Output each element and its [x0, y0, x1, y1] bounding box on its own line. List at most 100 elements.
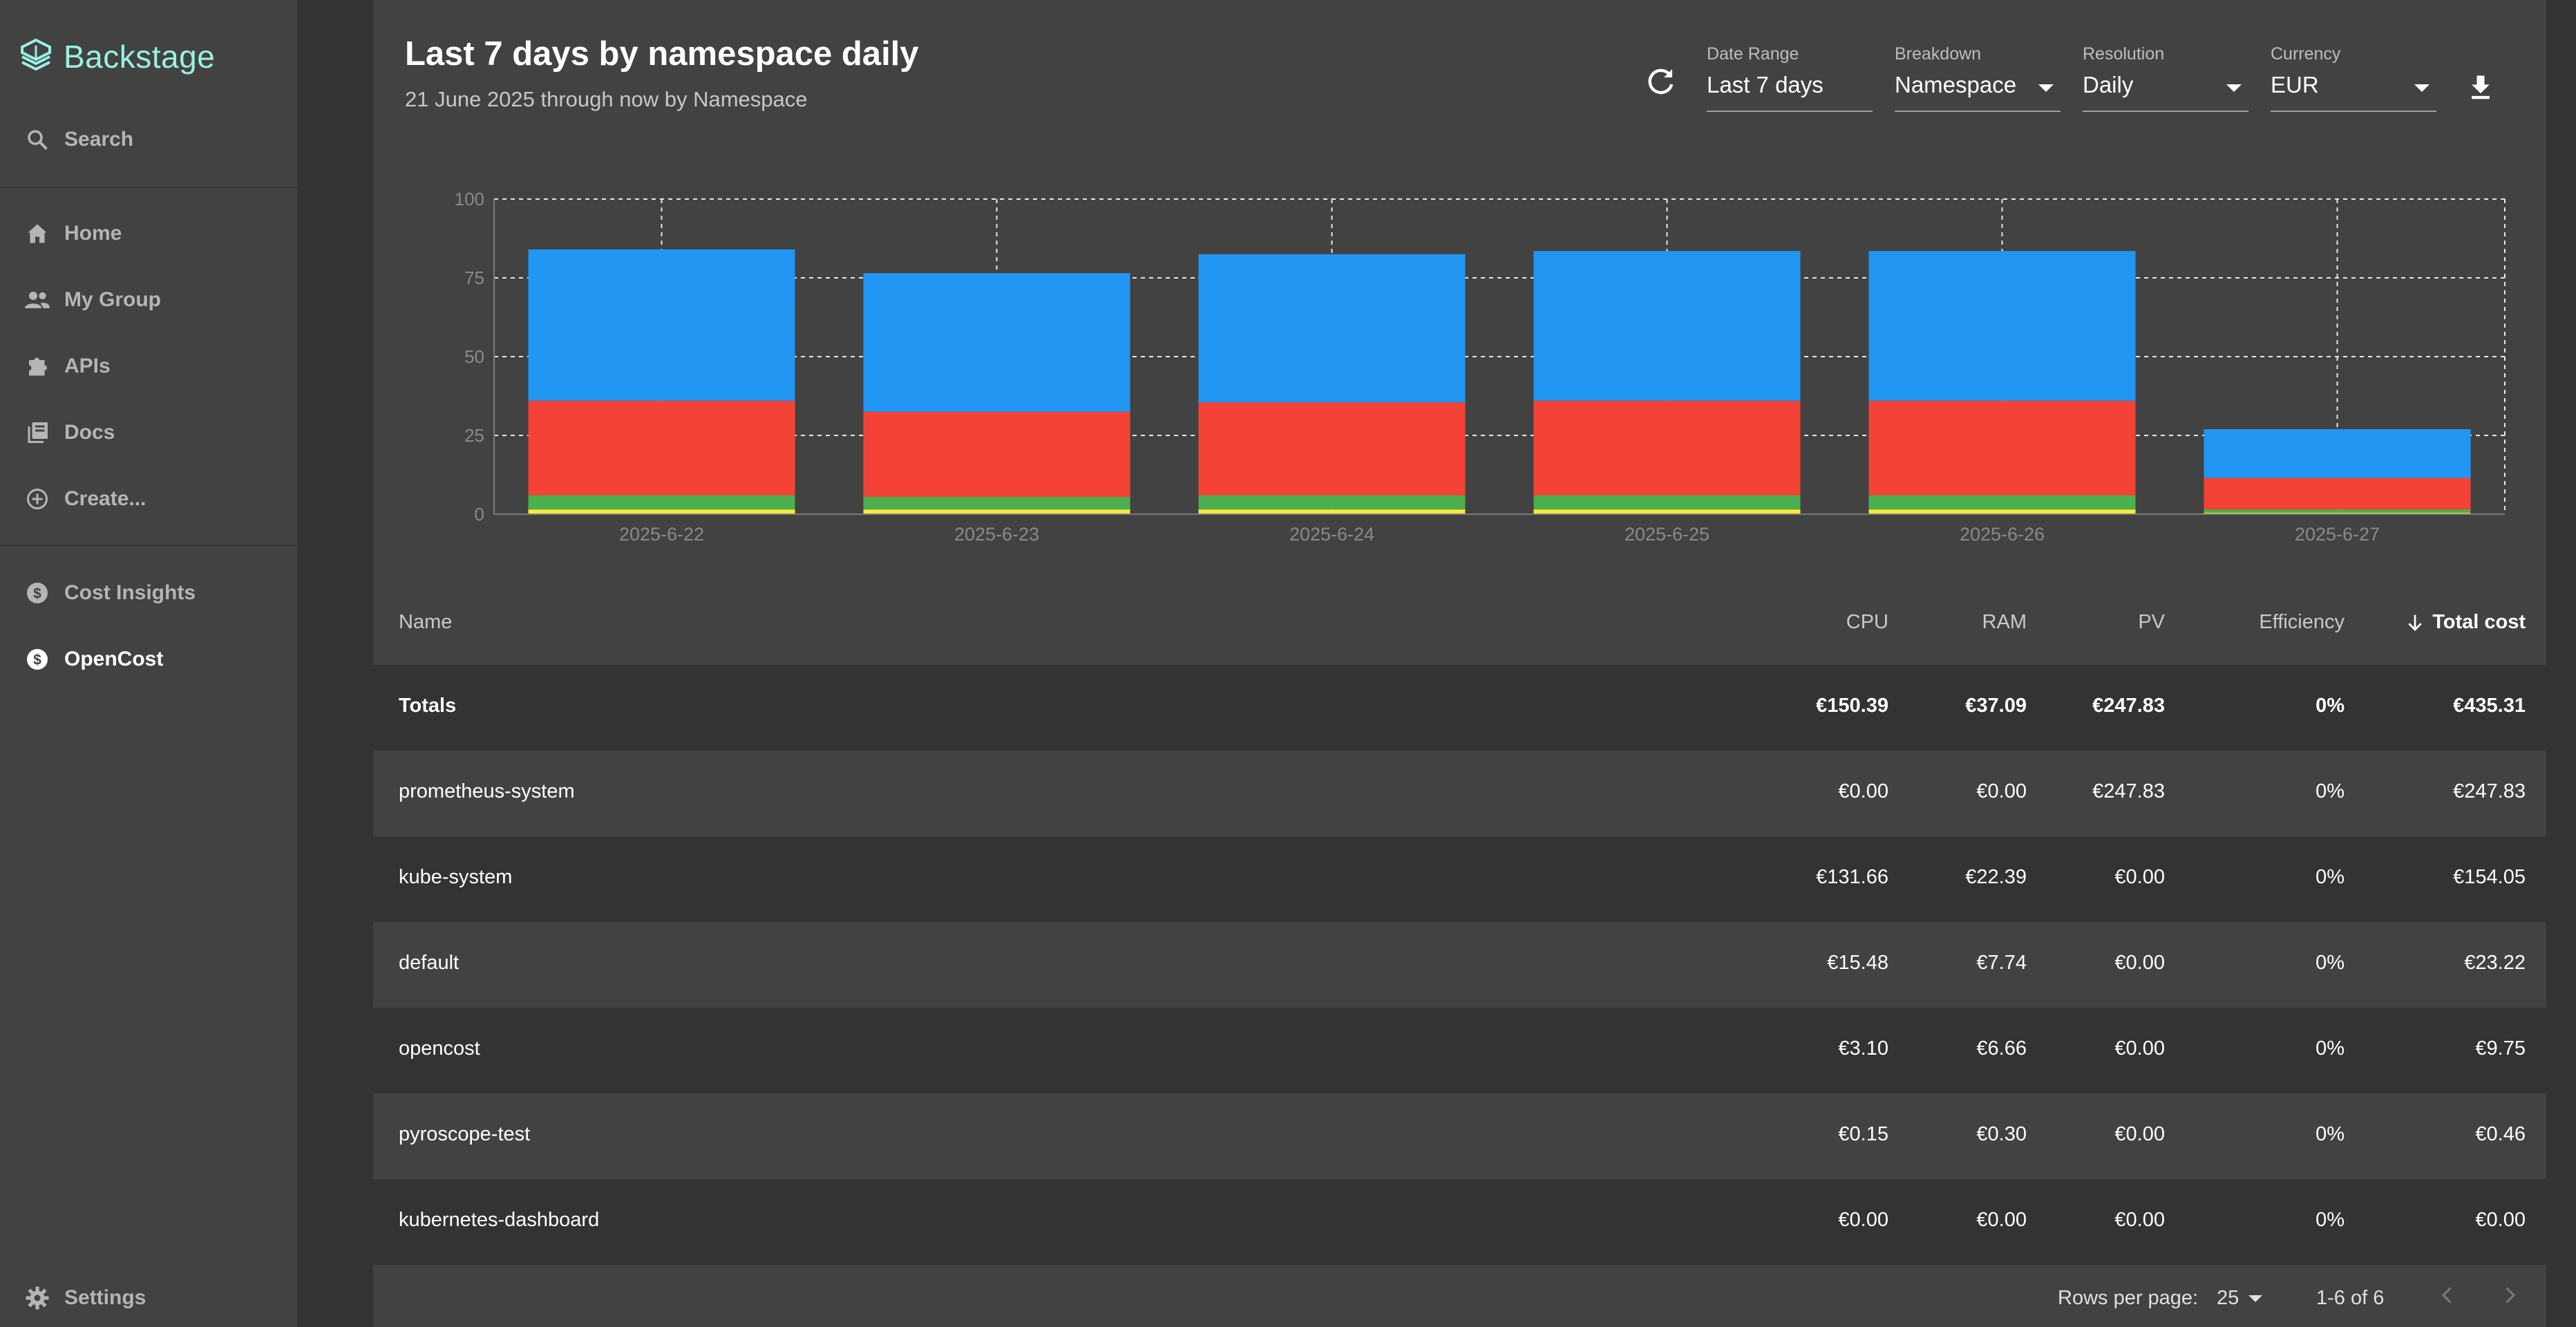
sidebar-item-label: Home	[64, 222, 122, 245]
column-header-cpu[interactable]: CPU	[1846, 611, 1888, 634]
y-tick-label: 25	[464, 425, 484, 446]
column-header-ram[interactable]: RAM	[1982, 611, 2027, 634]
y-tick-label: 0	[475, 504, 484, 525]
x-tick-label: 2025-6-23	[954, 524, 1039, 545]
cell-ram: €7.74	[1976, 952, 2027, 974]
bar-segment	[1533, 495, 1801, 510]
field-underline	[2083, 111, 2248, 112]
rows-per-page-select[interactable]: 25	[2217, 1287, 2263, 1310]
bar-segment	[1198, 495, 1466, 510]
dollar-icon: $	[23, 646, 51, 673]
cell-name: pyroscope-test	[399, 1123, 531, 1145]
cell-name: kube-system	[399, 866, 513, 888]
date-range-value: Last 7 days	[1707, 72, 1824, 97]
cell-efficiency: 0%	[2315, 1209, 2345, 1231]
sidebar-item-label: Create...	[64, 487, 146, 510]
bar-segment	[863, 496, 1130, 510]
table-row: kube-system €131.66 €22.39 €0.00 0% €154.05	[373, 836, 2546, 922]
cell-name: prometheus-system	[399, 780, 575, 802]
bar-segment	[1533, 400, 1801, 496]
search-icon	[23, 126, 51, 153]
bar-segment	[528, 509, 795, 514]
cell-ram: €0.00	[1976, 1209, 2027, 1231]
resolution-label: Resolution	[2083, 44, 2165, 64]
cell-pv: €0.00	[2114, 1123, 2165, 1145]
sidebar-item-create[interactable]: Create...	[0, 471, 297, 527]
page-subtitle: 21 June 2025 through now by Namespace	[405, 87, 808, 111]
cell-cpu: €150.39	[1816, 695, 1888, 717]
cell-name: Totals	[399, 695, 457, 717]
chevron-right-icon	[2506, 1287, 2516, 1304]
sidebar-item-label: Cost Insights	[64, 581, 196, 604]
cell-name: kubernetes-dashboard	[399, 1209, 600, 1231]
y-tick-label: 100	[455, 189, 484, 209]
column-header-name[interactable]: Name	[399, 611, 452, 634]
breakdown-select[interactable]: Breakdown Namespace	[1895, 44, 2061, 113]
sidebar-item-label: Search	[64, 128, 134, 151]
total-cost-label: Total cost	[2432, 611, 2526, 633]
refresh-button[interactable]	[1645, 65, 1678, 98]
sidebar-item-cost-insights[interactable]: $ Cost Insights	[0, 565, 297, 621]
backstage-logo[interactable]: Backstage	[19, 35, 215, 79]
column-header-efficiency[interactable]: Efficiency	[2259, 611, 2345, 634]
column-header-total-cost[interactable]: Total cost	[2405, 611, 2526, 634]
resolution-value: Daily	[2083, 72, 2134, 97]
sidebar-item-home[interactable]: Home	[0, 206, 297, 261]
date-range-select[interactable]: Date Range Last 7 days	[1707, 44, 1873, 113]
date-range-label: Date Range	[1707, 44, 1799, 64]
backstage-logo-icon	[21, 38, 51, 71]
cell-ram: €37.09	[1965, 695, 2027, 717]
rows-per-page-label: Rows per page:	[2058, 1287, 2199, 1309]
chevron-down-icon	[2038, 84, 2054, 92]
table-pagination: Rows per page: 25 1-6 of 6	[373, 1265, 2546, 1327]
sidebar-divider	[0, 545, 297, 546]
rows-per-page-value: 25	[2217, 1287, 2239, 1309]
chevron-down-icon	[2414, 84, 2430, 92]
sidebar-item-label: Docs	[64, 421, 115, 444]
cell-ram: €6.66	[1976, 1037, 2027, 1060]
cell-efficiency: 0%	[2315, 1037, 2345, 1060]
bar-segment	[863, 411, 1130, 497]
cell-pv: €0.00	[2114, 866, 2165, 888]
chevron-left-icon	[2441, 1287, 2452, 1304]
bar-segment	[1868, 509, 2136, 514]
column-header-pv[interactable]: PV	[2138, 611, 2165, 634]
table-row: pyroscope-test €0.15 €0.30 €0.00 0% €0.46	[373, 1093, 2546, 1179]
bar-segment	[1198, 402, 1466, 496]
x-tick-label: 2025-6-22	[619, 524, 704, 545]
bar-segment	[528, 249, 795, 401]
cell-pv: €247.83	[2092, 695, 2165, 717]
bar-segment	[2204, 429, 2471, 478]
chevron-down-icon	[2226, 84, 2242, 92]
group-icon	[23, 286, 51, 314]
field-underline	[1895, 111, 2061, 112]
sidebar-item-apis[interactable]: APIs	[0, 339, 297, 394]
cell-total-cost: €154.05	[2453, 866, 2526, 888]
table-row: kubernetes-dashboard €0.00 €0.00 €0.00 0% €0.…	[373, 1179, 2546, 1265]
currency-select[interactable]: Currency EUR	[2271, 44, 2436, 113]
content-gutter	[297, 0, 373, 1327]
field-underline	[2271, 111, 2436, 112]
cell-efficiency: 0%	[2315, 952, 2345, 974]
sidebar-item-search[interactable]: Search	[0, 112, 297, 167]
currency-label: Currency	[2271, 44, 2341, 64]
sidebar-item-docs[interactable]: Docs	[0, 405, 297, 460]
cell-cpu: €3.10	[1838, 1037, 1888, 1060]
x-tick-label: 2025-6-25	[1625, 524, 1710, 545]
sidebar-item-label: My Group	[64, 288, 161, 311]
sidebar-item-label: OpenCost	[64, 648, 164, 670]
resolution-select[interactable]: Resolution Daily	[2083, 44, 2248, 113]
download-button[interactable]	[2465, 72, 2496, 102]
bar-segment	[1198, 509, 1466, 514]
y-tick-label: 75	[464, 267, 484, 288]
sidebar-item-opencost[interactable]: $ OpenCost	[0, 632, 297, 687]
table-header: Name CPU RAM PV Efficiency Total cost	[373, 587, 2546, 665]
next-page-button[interactable]	[2497, 1283, 2522, 1313]
sidebar-item-my-group[interactable]: My Group	[0, 272, 297, 328]
chevron-down-icon	[2248, 1295, 2263, 1302]
bar-segment	[1868, 251, 2136, 401]
sidebar-item-settings[interactable]: Settings	[0, 1270, 297, 1326]
previous-page-button[interactable]	[2435, 1283, 2460, 1313]
field-underline	[1707, 111, 1873, 112]
cell-efficiency: 0%	[2315, 1123, 2345, 1145]
